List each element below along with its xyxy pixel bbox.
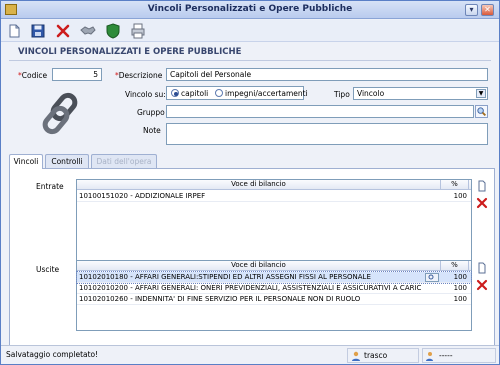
cell-percent: 100 (453, 284, 467, 292)
uscite-add-icon[interactable] (476, 262, 488, 274)
tab-controlli[interactable]: Controlli (45, 154, 89, 168)
tipo-label: Tipo (334, 90, 350, 99)
table-row[interactable]: 10102010260 - INDENNITA' DI FINE SERVIZI… (77, 294, 471, 305)
new-document-icon[interactable] (6, 23, 22, 39)
descrizione-field[interactable]: Capitoli del Personale (166, 68, 488, 81)
entrate-table-header: Voce di bilancio % (77, 180, 471, 190)
col-voce-di-bilancio[interactable]: Voce di bilancio (77, 261, 441, 271)
radio-impegni-accertamenti[interactable] (215, 89, 223, 97)
magnifier-icon (477, 107, 486, 116)
chevron-down-icon[interactable]: ▼ (476, 89, 486, 98)
cell-voce: 10102010180 - AFFARI GENERALI:STIPENDI E… (79, 273, 371, 281)
tipo-select[interactable]: Vincolo ▼ (353, 87, 488, 100)
users-icon (426, 352, 433, 361)
tab-dati-opera: Dati dell'opera (91, 154, 157, 168)
entrate-delete-icon[interactable] (476, 197, 488, 209)
table-row[interactable]: 10102010200 - AFFARI GENERALI: ONERI PRE… (77, 283, 471, 294)
vincolo-su-label: Vincolo su: (125, 90, 166, 99)
title-bar: Vincoli Personalizzati e Opere Pubbliche… (1, 1, 499, 19)
cell-percent: 100 (453, 192, 467, 200)
cell-voce: 10100151020 - ADDIZIONALE IRPEF (79, 192, 206, 200)
descrizione-label: *Descrizione (115, 71, 163, 80)
handshake-icon[interactable] (80, 23, 96, 39)
note-field[interactable] (166, 123, 488, 145)
cell-voce: 10102010260 - INDENNITA' DI FINE SERVIZI… (79, 295, 361, 303)
uscite-table[interactable]: Voce di bilancio % 10102010180 - AFFARI … (76, 260, 472, 331)
close-button[interactable]: ✕ (481, 4, 494, 16)
tab-vincoli[interactable]: Vincoli (9, 154, 43, 169)
page-title: VINCOLI PERSONALIZZATI E OPERE PUBBLICHE (18, 47, 242, 57)
radio-impegni-label: impegni/accertamenti (225, 89, 308, 98)
col-voce-di-bilancio[interactable]: Voce di bilancio (77, 180, 441, 190)
window-title: Vincoli Personalizzati e Opere Pubbliche (147, 4, 353, 14)
radio-capitoli-label: capitoli (181, 89, 209, 98)
status-extra: ----- (422, 348, 496, 363)
gruppo-search-button[interactable] (475, 105, 488, 118)
chain-link-icon (42, 92, 78, 135)
vincoli-panel: Entrate Voce di bilancio % 10100151020 -… (9, 168, 495, 346)
minimize-button[interactable]: ▾ (465, 4, 478, 16)
codice-label: *Codice (18, 71, 48, 80)
row-lookup-icon[interactable] (425, 273, 439, 282)
cell-voce: 10102010200 - AFFARI GENERALI: ONERI PRE… (79, 284, 422, 292)
table-row[interactable]: 10100151020 - ADDIZIONALE IRPEF 100 (77, 191, 471, 202)
radio-capitoli[interactable] (171, 89, 179, 97)
status-user: trasco (347, 348, 419, 363)
vincolo-su-radio-group: capitoli impegni/accertamenti (166, 86, 308, 100)
delete-icon[interactable] (55, 23, 71, 39)
gruppo-field[interactable] (166, 105, 474, 118)
col-percent[interactable]: % (441, 180, 469, 190)
header-divider (9, 60, 491, 61)
shield-icon[interactable] (105, 23, 121, 39)
tipo-value: Vincolo (357, 89, 385, 98)
application-window: Vincoli Personalizzati e Opere Pubbliche… (0, 0, 500, 365)
cell-percent: 100 (453, 273, 467, 281)
uscite-label: Uscite (36, 265, 60, 274)
status-user-name: trasco (364, 351, 388, 360)
print-icon[interactable] (130, 23, 146, 39)
note-label: Note (143, 126, 161, 135)
col-percent[interactable]: % (441, 261, 469, 271)
user-icon (352, 351, 360, 361)
entrate-label: Entrate (36, 182, 64, 191)
table-row-selected[interactable]: 10102010180 - AFFARI GENERALI:STIPENDI E… (76, 271, 472, 284)
entrate-add-icon[interactable] (476, 180, 488, 192)
gruppo-label: Gruppo (137, 108, 165, 117)
toolbar (1, 20, 499, 42)
save-icon[interactable] (30, 23, 46, 39)
status-bar: Salvataggio completato! trasco ----- (1, 345, 499, 364)
uscite-delete-icon[interactable] (476, 279, 488, 291)
cell-percent: 100 (453, 295, 467, 303)
codice-field[interactable]: 5 (52, 68, 102, 81)
status-extra-value: ----- (439, 351, 453, 360)
status-message: Salvataggio completato! (6, 350, 99, 359)
uscite-table-header: Voce di bilancio % (77, 261, 471, 271)
